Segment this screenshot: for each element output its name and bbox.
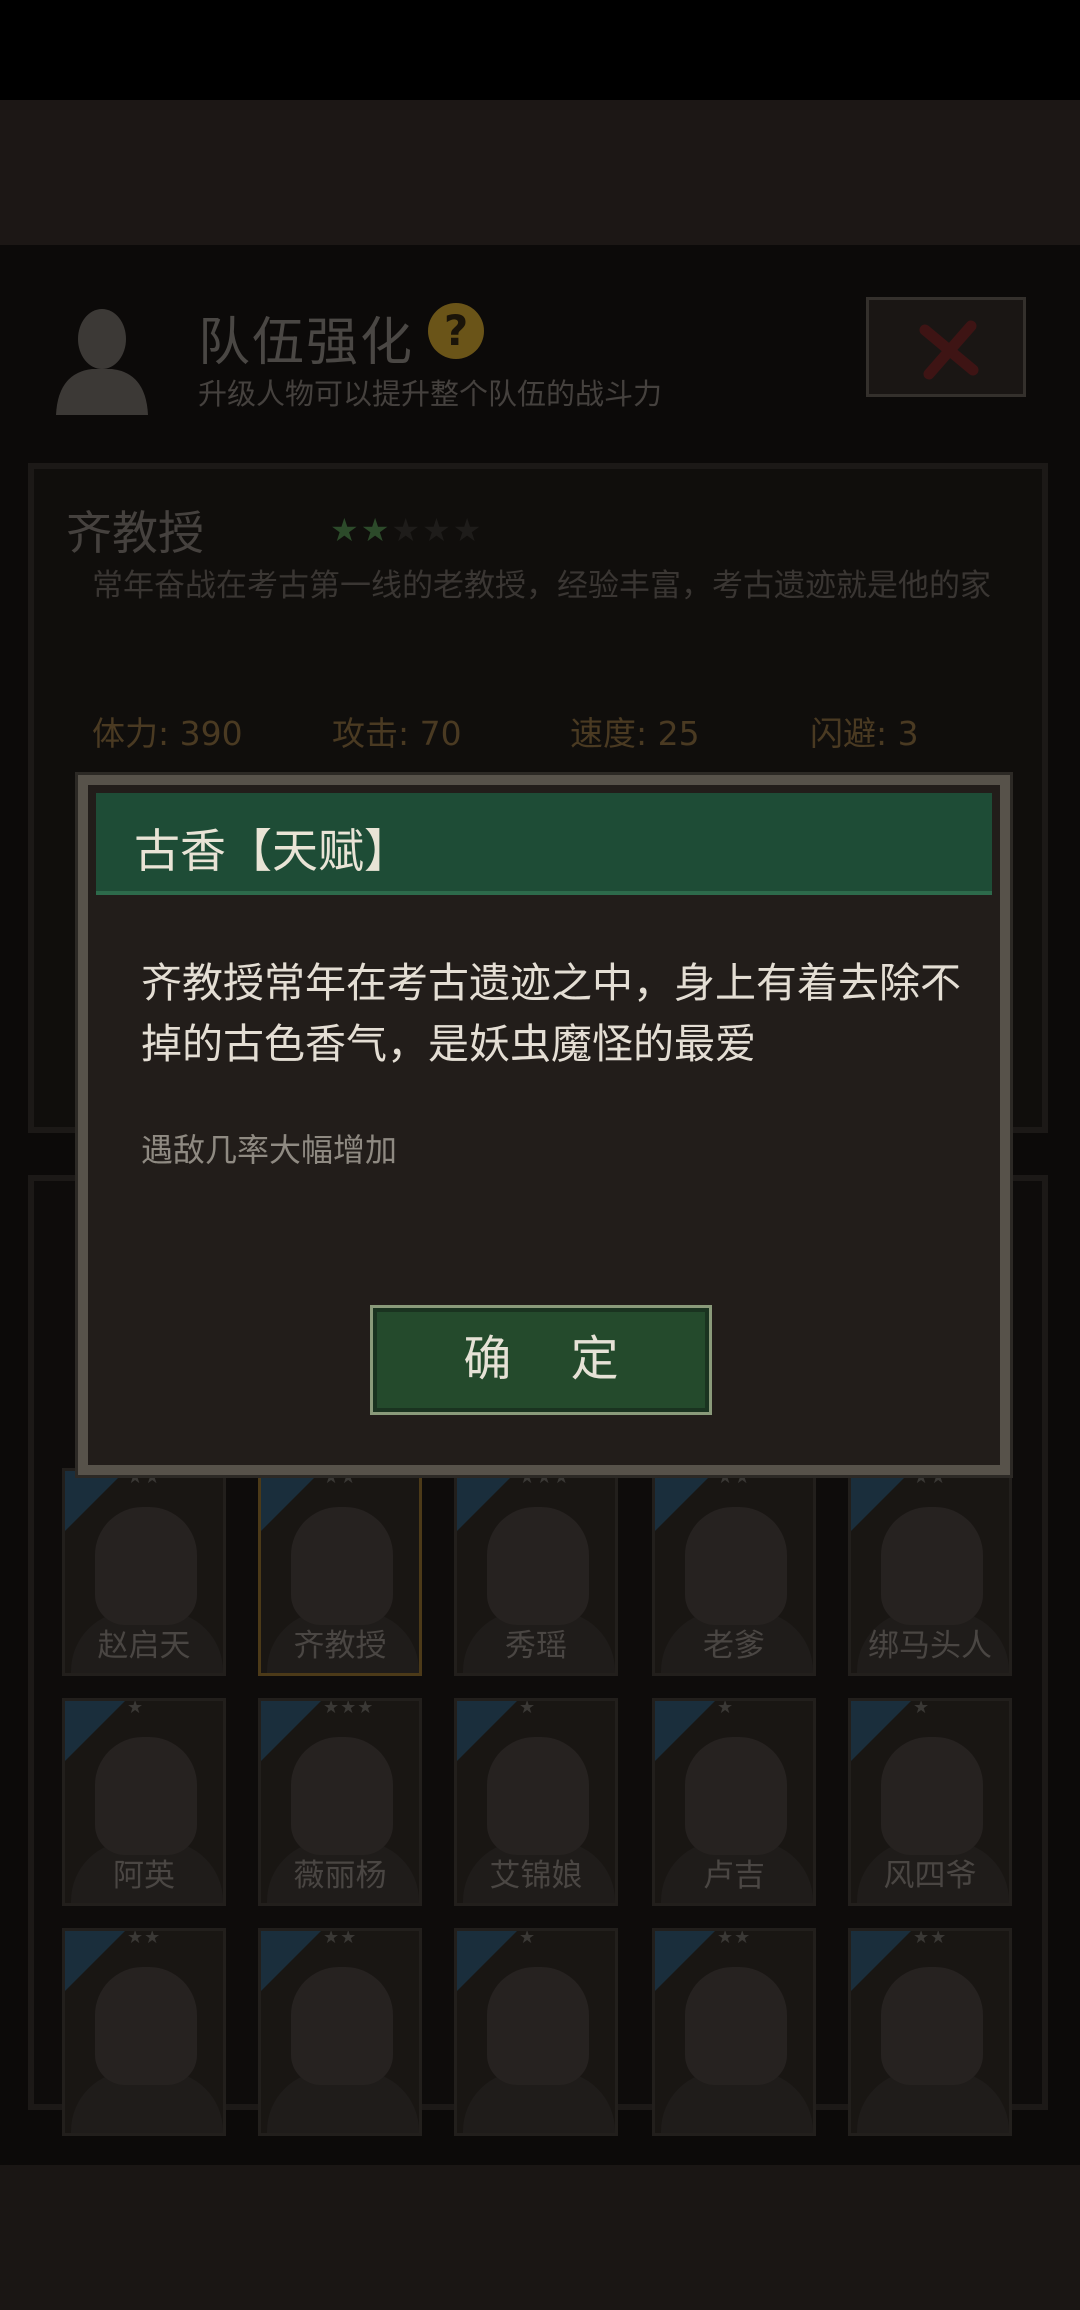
close-icon — [919, 320, 979, 380]
star-empty-icon: ★★★ — [391, 511, 484, 549]
stat-hp: 体力: 390 — [92, 714, 243, 753]
dialog-title: 古香【天赋】 — [134, 824, 410, 878]
roster-character-card[interactable]: ★ — [454, 1928, 618, 2136]
page-subtitle: 升级人物可以提升整个队伍的战斗力 — [198, 377, 663, 411]
confirm-button[interactable]: 确 定 — [370, 1305, 712, 1415]
confirm-label: 确 定 — [463, 1331, 641, 1387]
system-nav-bar — [0, 2165, 1080, 2310]
card-stars: ★★ — [913, 1928, 948, 1948]
card-stars: ★★ — [717, 1928, 752, 1948]
explore-badge-icon — [457, 1931, 517, 1991]
explore-badge-icon — [261, 1701, 321, 1761]
card-stars: ★ — [519, 1928, 537, 1948]
star-icon: ★★ — [330, 511, 392, 549]
card-name: 阿英 — [113, 1858, 175, 1894]
roster-character-card[interactable]: ★ 风四爷 — [848, 1698, 1012, 1906]
roster-character-card[interactable]: ★ 卢吉 — [652, 1698, 816, 1906]
roster-character-card[interactable]: ★★ 老爹 — [652, 1468, 816, 1676]
card-stars: ★★ — [323, 1928, 358, 1948]
dialog-header: 古香【天赋】 — [96, 793, 992, 895]
card-stars: ★ — [127, 1698, 145, 1718]
stat-dodge: 闪避: 3 — [810, 714, 919, 753]
explore-badge-icon — [261, 1471, 321, 1531]
card-name: 艾锦娘 — [489, 1858, 583, 1894]
card-name: 老爹 — [703, 1628, 765, 1664]
roster-character-card[interactable]: ★★★ 秀瑶 — [454, 1468, 618, 1676]
card-name: 赵启天 — [97, 1628, 191, 1664]
explore-badge-icon — [655, 1701, 715, 1761]
stat-speed: 速度: 25 — [570, 714, 700, 753]
roster-character-card[interactable]: ★★ 齐教授 — [258, 1468, 422, 1676]
close-button[interactable] — [866, 297, 1026, 397]
talent-dialog: 古香【天赋】 齐教授常年在考古遗迹之中，身上有着去除不掉的古色香气，是妖虫魔怪的… — [78, 775, 1010, 1475]
card-name: 齐教授 — [293, 1628, 387, 1664]
explore-badge-icon — [65, 1471, 125, 1531]
card-stars: ★ — [913, 1698, 931, 1718]
explore-badge-icon — [65, 1931, 125, 1991]
explore-badge-icon — [457, 1701, 517, 1761]
explore-badge-icon — [655, 1471, 715, 1531]
top-banner — [0, 100, 1080, 245]
explore-badge-icon — [851, 1701, 911, 1761]
character-name: 齐教授 — [66, 506, 204, 560]
roster-character-card[interactable]: ★★ 绑马头人 — [848, 1468, 1012, 1676]
dialog-description: 齐教授常年在考古遗迹之中，身上有着去除不掉的古色香气，是妖虫魔怪的最爱 — [141, 959, 961, 1068]
card-stars: ★★★ — [323, 1698, 375, 1718]
roster-character-card[interactable]: ★★★ 薇丽杨 — [258, 1698, 422, 1906]
roster-character-card[interactable]: ★ 阿英 — [62, 1698, 226, 1906]
explore-badge-icon — [655, 1931, 715, 1991]
explore-badge-icon — [851, 1471, 911, 1531]
card-stars: ★ — [717, 1698, 735, 1718]
dialog-effect: 遇敌几率大幅增加 — [141, 1131, 398, 1169]
explore-badge-icon — [457, 1471, 517, 1531]
roster-character-card[interactable]: ★★ — [258, 1928, 422, 2136]
roster-character-card[interactable]: ★★ 赵启天 — [62, 1468, 226, 1676]
card-name: 薇丽杨 — [293, 1858, 387, 1894]
card-name: 绑马头人 — [868, 1628, 992, 1664]
character-description: 常年奋战在考古第一线的老教授，经验丰富，考古遗迹就是他的家 — [92, 568, 991, 604]
stat-attack: 攻击: 70 — [332, 714, 462, 753]
card-name: 卢吉 — [703, 1858, 765, 1894]
card-stars: ★ — [519, 1698, 537, 1718]
card-name: 秀瑶 — [505, 1628, 567, 1664]
explore-badge-icon — [261, 1931, 321, 1991]
roster-character-card[interactable]: ★★ — [652, 1928, 816, 2136]
card-stars: ★★ — [127, 1928, 162, 1948]
page-title: 队伍强化 — [198, 313, 415, 373]
roster-character-card[interactable]: ★★ — [848, 1928, 1012, 2136]
status-bar — [0, 0, 1080, 100]
explore-badge-icon — [851, 1931, 911, 1991]
card-name: 风四爷 — [883, 1858, 977, 1894]
roster-character-card[interactable]: ★ 艾锦娘 — [454, 1698, 618, 1906]
explore-badge-icon — [65, 1701, 125, 1761]
roster-character-card[interactable]: ★★ — [62, 1928, 226, 2136]
player-avatar-icon[interactable] — [52, 303, 152, 415]
help-icon[interactable]: ? — [428, 303, 484, 359]
character-stars: ★★★★★ — [330, 511, 483, 549]
